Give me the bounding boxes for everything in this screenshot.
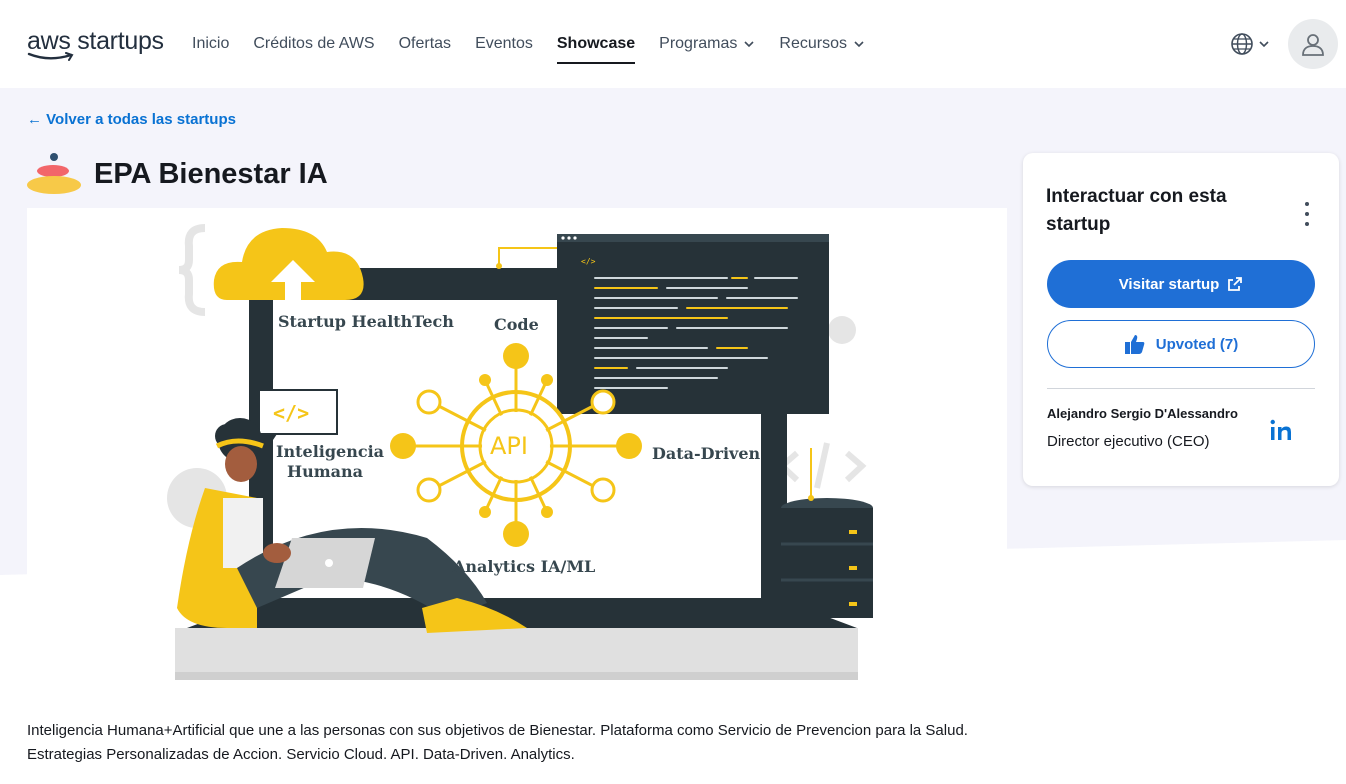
label-inteligencia: Inteligencia Humana	[276, 442, 385, 481]
back-to-startups-link[interactable]: ← Volver a todas las startups	[27, 111, 236, 128]
label-api: API	[490, 432, 528, 460]
language-selector[interactable]	[1230, 32, 1270, 56]
label-data-driven: Data-Driven	[652, 444, 761, 463]
smile-arrow-icon	[27, 52, 74, 61]
svg-text:</>: </>	[581, 257, 596, 266]
nav-programas[interactable]: Programas	[659, 0, 755, 88]
nav-creditos[interactable]: Créditos de AWS	[253, 0, 374, 88]
hero-illustration: </> </> Startup HealthTech Code API Inte…	[27, 208, 1007, 688]
nav-inicio[interactable]: Inicio	[192, 0, 229, 88]
interact-card: Interactuar con esta startup Visitar sta…	[1023, 153, 1339, 486]
aws-startups-logo[interactable]: aws startups	[27, 28, 164, 62]
user-icon	[1302, 34, 1324, 56]
startup-description: Inteligencia Humana+Artificial que une a…	[27, 722, 968, 763]
chevron-down-icon	[744, 41, 754, 48]
main-nav: Inicio Créditos de AWS Ofertas Eventos S…	[192, 0, 889, 88]
globe-icon	[1231, 33, 1253, 55]
page-title: EPA Bienestar IA	[94, 157, 328, 190]
svg-text:</>: </>	[273, 401, 309, 425]
card-divider	[1047, 388, 1315, 389]
thumbs-up-icon	[1124, 335, 1145, 354]
nav-showcase[interactable]: Showcase	[556, 0, 636, 88]
chevron-down-icon	[854, 41, 864, 48]
nav-ofertas[interactable]: Ofertas	[399, 0, 451, 88]
card-title: Interactuar con esta startup	[1046, 186, 1227, 235]
visit-startup-button[interactable]: Visitar startup	[1047, 260, 1315, 308]
linkedin-icon[interactable]	[1269, 418, 1295, 442]
chevron-down-icon	[1259, 41, 1269, 48]
title-row: EPA Bienestar IA	[27, 152, 328, 196]
nav-eventos[interactable]: Eventos	[475, 0, 533, 88]
label-analytics: Analytics IA/ML	[453, 557, 596, 576]
external-link-icon	[1228, 277, 1243, 291]
label-healthtech: Startup HealthTech	[278, 312, 454, 331]
user-avatar-button[interactable]	[1288, 19, 1338, 69]
label-code: Code	[494, 315, 539, 334]
logo-startups-text: startups	[77, 27, 164, 55]
more-options-icon[interactable]	[1299, 202, 1315, 226]
upvote-button[interactable]: Upvoted (7)	[1047, 320, 1315, 368]
top-header: aws startups Inicio Créditos de AWS Ofer…	[0, 0, 1346, 88]
founder-role: Director ejecutivo (CEO)	[1047, 433, 1210, 450]
header-actions	[1230, 19, 1338, 69]
nav-recursos[interactable]: Recursos	[779, 0, 865, 88]
logo-aws-text: aws	[27, 27, 71, 55]
startup-logo	[27, 153, 81, 194]
founder-name: Alejandro Sergio D'Alessandro	[1047, 406, 1238, 421]
